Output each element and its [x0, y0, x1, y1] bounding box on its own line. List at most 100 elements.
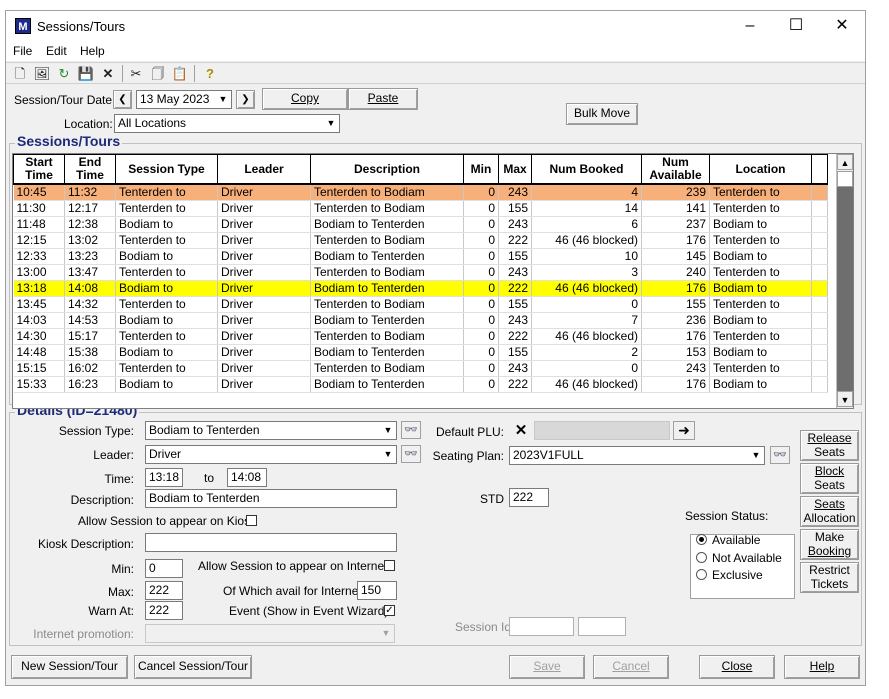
sessions-grid[interactable]: Start Time End Time Session Type Leader … [12, 153, 854, 409]
table-row[interactable]: 11:30 12:17 Tenterden to Driver Tenterden to… [13, 200, 828, 217]
cancel-button[interactable]: Cancel [593, 655, 669, 679]
table-row[interactable]: 14:03 14:53 Bodiam to Driver Bodiam to Tente… [13, 312, 828, 329]
scroll-up-icon[interactable]: ▲ [837, 154, 853, 170]
cell-end: 13:47 [64, 264, 116, 281]
cell-loc: Tenterden to [709, 296, 812, 313]
grid-scrollbar[interactable]: ▲ ▼ [836, 154, 853, 408]
close-window-icon[interactable]: ✕ [819, 11, 865, 41]
cancel-session-button[interactable]: Cancel Session/Tour [134, 655, 252, 679]
minimize-icon[interactable]: – [727, 11, 773, 41]
cell-desc: Tenterden to Bodiam [310, 328, 464, 345]
copy-button[interactable]: Copy [262, 88, 348, 110]
kiosk-allow-checkbox[interactable] [246, 515, 257, 526]
leader-dropdown[interactable]: Driver ▼ [145, 445, 397, 464]
col-max[interactable]: Max [498, 154, 532, 185]
maximize-icon[interactable]: ☐ [773, 11, 819, 41]
bulk-move-button[interactable]: Bulk Move [566, 103, 638, 125]
seats-allocation-button[interactable]: Seats Allocation [800, 496, 859, 527]
default-plu-field [534, 421, 670, 440]
menu-edit[interactable]: Edit [46, 44, 67, 58]
new-session-button[interactable]: New Session/Tour [11, 655, 128, 679]
session-date-picker[interactable]: 13 May 2023 ▼ [136, 90, 232, 109]
session-status-label: Session Status: [685, 509, 769, 523]
session-type-dropdown[interactable]: Bodiam to Tenterden ▼ [145, 421, 397, 440]
table-row[interactable]: 13:00 13:47 Tenterden to Driver Tenterden to… [13, 264, 828, 281]
close-button[interactable]: Close [699, 655, 775, 679]
col-leader[interactable]: Leader [217, 154, 311, 185]
cell-start: 11:48 [13, 216, 65, 233]
col-end-time[interactable]: End Time [64, 154, 116, 185]
time-from-input[interactable]: 13:18 [145, 468, 183, 487]
location-dropdown[interactable]: All Locations ▼ [114, 114, 340, 133]
col-session-type[interactable]: Session Type [115, 154, 218, 185]
save-icon[interactable]: 💾 [77, 65, 95, 82]
refresh-icon[interactable]: ↻ [55, 65, 73, 82]
paste-icon[interactable]: 📋 [171, 65, 189, 82]
table-row[interactable]: 11:48 12:38 Bodiam to Driver Bodiam to Tente… [13, 216, 828, 233]
menu-file[interactable]: File [13, 44, 32, 58]
menu-help[interactable]: Help [80, 44, 105, 58]
col-num-booked[interactable]: Num Booked [531, 154, 642, 185]
cell-spacer [811, 232, 828, 249]
col-num-available[interactable]: Num Available [641, 154, 710, 185]
scroll-down-icon[interactable]: ▼ [837, 391, 853, 407]
cell-desc: Bodiam to Tenterden [310, 344, 464, 361]
block-seats-button[interactable]: Block Seats [800, 463, 859, 494]
description-label: Description: [70, 493, 134, 507]
table-row[interactable]: 15:15 16:02 Tenterden to Driver Tenterden to… [13, 360, 828, 377]
internet-promotion-dropdown[interactable]: ▼ [145, 624, 395, 643]
clear-plu-icon[interactable]: ✕ [509, 421, 533, 440]
cut-icon[interactable]: ✂ [127, 65, 145, 82]
glasses-icon[interactable]: 👓 [770, 446, 790, 464]
table-row[interactable]: 10:45 11:32 Tenterden to Driver Tenterden to… [13, 184, 828, 201]
table-row[interactable]: 14:30 15:17 Tenterden to Driver Tenterden to… [13, 328, 828, 345]
restrict-tickets-button[interactable]: Restrict Tickets [800, 562, 859, 593]
seating-plan-dropdown[interactable]: 2023V1FULL ▼ [509, 446, 765, 465]
save-button[interactable]: Save [509, 655, 585, 679]
glasses-icon[interactable]: 👓 [401, 445, 421, 463]
status-exclusive-radio[interactable] [696, 569, 707, 580]
table-row[interactable]: 14:48 15:38 Bodiam to Driver Bodiam to Tente… [13, 344, 828, 361]
std-input[interactable]: 222 [509, 488, 549, 507]
cell-start: 14:30 [13, 328, 65, 345]
col-location[interactable]: Location [709, 154, 812, 185]
internet-allow-checkbox[interactable] [384, 560, 395, 571]
table-row[interactable]: 15:33 16:23 Bodiam to Driver Bodiam to Tente… [13, 376, 828, 393]
glasses-icon[interactable]: 👓 [401, 421, 421, 439]
next-date-button[interactable]: ❯ [236, 90, 255, 109]
event-checkbox[interactable]: ✓ [384, 605, 395, 616]
prev-date-button[interactable]: ❮ [113, 90, 132, 109]
make-booking-button[interactable]: Make Booking [800, 529, 859, 560]
scroll-thumb[interactable] [837, 171, 853, 187]
time-to-input[interactable]: 14:08 [227, 468, 267, 487]
internet-avail-input[interactable]: 150 [357, 581, 397, 600]
paste-button[interactable]: Paste [348, 88, 418, 110]
help-icon[interactable]: ? [201, 65, 219, 82]
table-row[interactable]: 13:18 14:08 Bodiam to Driver Bodiam to Tente… [13, 280, 828, 297]
table-row[interactable]: 12:33 13:23 Bodiam to Driver Bodiam to Tente… [13, 248, 828, 265]
scroll-track[interactable] [837, 187, 853, 391]
col-start-time[interactable]: Start Time [13, 154, 65, 185]
table-row[interactable]: 12:15 13:02 Tenterden to Driver Tenterden to… [13, 232, 828, 249]
table-row[interactable]: 13:45 14:32 Tenterden to Driver Tenterden to… [13, 296, 828, 313]
help-button[interactable]: Help [784, 655, 860, 679]
release-seats-button[interactable]: Release Seats [800, 430, 859, 461]
toolbar: 🗋 🖼 ↻ 💾 ✕ ✂ 🗍 📋 ? [6, 62, 865, 84]
copy-icon[interactable]: 🗍 [149, 65, 167, 82]
max-input[interactable]: 222 [145, 581, 183, 600]
status-not-available-radio[interactable] [696, 552, 707, 563]
col-min[interactable]: Min [463, 154, 499, 185]
kiosk-description-input[interactable] [145, 533, 397, 552]
min-input[interactable]: 0 [145, 559, 183, 578]
description-input[interactable]: Bodiam to Tenterden [145, 489, 397, 508]
warn-at-input[interactable]: 222 [145, 601, 183, 620]
col-description[interactable]: Description [310, 154, 464, 185]
window-title: Sessions/Tours [37, 19, 126, 34]
status-available-radio[interactable] [696, 534, 707, 545]
cell-spacer [811, 248, 828, 265]
arrow-right-icon[interactable]: ➜ [673, 421, 695, 440]
cell-end: 16:02 [64, 360, 116, 377]
open-icon[interactable]: 🖼 [33, 65, 51, 82]
delete-icon[interactable]: ✕ [99, 65, 117, 82]
new-icon[interactable]: 🗋 [11, 65, 29, 82]
